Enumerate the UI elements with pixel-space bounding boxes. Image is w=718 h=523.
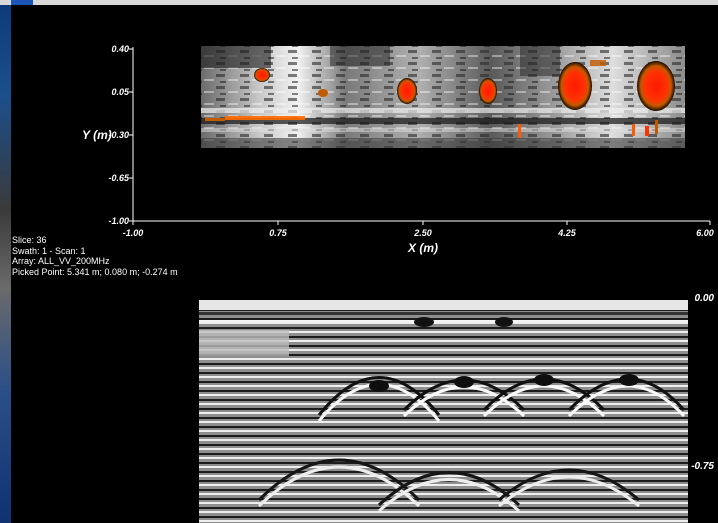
y-tick-label: 0.05: [111, 87, 130, 97]
scan-info-panel: Slice: 36 Swath: 1 - Scan: 1 Array: ALL_…: [12, 235, 212, 277]
array-label: Array: ALL_VV_200MHz: [12, 256, 110, 266]
y-axis-title: Y (m): [82, 128, 112, 142]
depth-tick-label: -0.75: [691, 461, 714, 472]
plan-slice-image[interactable]: [201, 46, 685, 148]
x-tick-label: 0.75: [269, 228, 288, 238]
x-tick-label: 6.00: [696, 228, 714, 238]
y-tick-label: -1.00: [108, 216, 129, 226]
x-tick-label: 4.25: [557, 228, 577, 238]
radargram-image[interactable]: [199, 300, 688, 523]
x-axis-title: X (m): [407, 241, 438, 255]
swath-label: Swath: 1 - Scan: 1: [12, 245, 86, 256]
plan-view-plot[interactable]: 0.40 0.05 -0.30 -0.65 -1.00 Y (m) -1.00 …: [0, 0, 718, 260]
x-tick-label: 2.50: [413, 228, 432, 238]
picked-point-label: Picked Point: 5.341 m; 0.080 m; -0.274 m: [12, 266, 178, 277]
radargram-view[interactable]: [199, 300, 688, 523]
depth-tick-label: 0.00: [694, 293, 714, 304]
y-axis-ticks: 0.40 0.05 -0.30 -0.65 -1.00: [108, 44, 133, 226]
y-tick-label: -0.65: [108, 173, 130, 183]
slice-label: Slice: 36: [12, 235, 47, 245]
y-tick-label: 0.40: [111, 44, 129, 54]
